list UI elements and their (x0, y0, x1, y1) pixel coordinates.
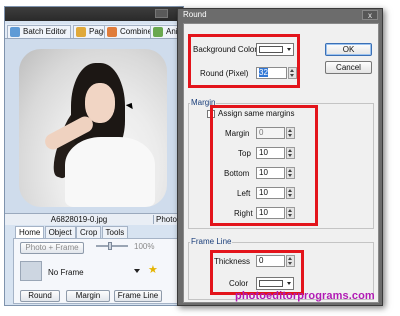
app-title-bar (5, 7, 183, 21)
ok-button[interactable]: OK (325, 43, 372, 56)
photo-panel-label: Photo (153, 215, 177, 224)
favorite-star-icon[interactable]: ★ (148, 263, 158, 276)
round-dialog: Round x Background Color Round (Pixel) 3… (177, 8, 383, 306)
combine-icon (107, 27, 117, 37)
tab-tools[interactable]: Tools (101, 226, 129, 238)
tab-object[interactable]: Object (44, 226, 76, 238)
watermark: photoeditorprograms.com (235, 290, 375, 302)
highlight-box-margin-settings (210, 105, 318, 226)
photo-frame-button[interactable]: Photo + Frame (20, 242, 84, 254)
dialog-title: Round (183, 10, 207, 19)
round-button[interactable]: Round (20, 290, 60, 302)
slider-handle[interactable] (108, 242, 112, 250)
close-icon: x (368, 11, 372, 20)
frame-thumbnail[interactable] (20, 261, 42, 281)
tab-home[interactable]: Home (15, 226, 45, 238)
chevron-down-icon[interactable] (134, 269, 140, 273)
close-button[interactable]: x (362, 10, 378, 20)
frame-select-value: No Frame (48, 268, 84, 277)
zoom-slider[interactable] (96, 242, 128, 250)
rounded-photo-preview (19, 49, 167, 207)
frame-line-group-title: Frame Line (190, 237, 233, 246)
animation-icon (153, 27, 163, 37)
cancel-button[interactable]: Cancel (325, 61, 372, 74)
tab-label: Combine (120, 27, 153, 36)
dialog-body: Background Color Round (Pixel) 32 OK Can… (183, 23, 379, 303)
file-info-bar: A6828019-0.jpg Photo (5, 213, 183, 225)
frame-line-button[interactable]: Frame Line (114, 290, 162, 302)
minimize-button[interactable] (155, 9, 168, 18)
margin-button[interactable]: Margin (66, 290, 110, 302)
panel-tabs: Home Object Crop Tools (15, 226, 129, 238)
tab-batch-editor[interactable]: Batch Editor (7, 25, 71, 38)
batch-editor-icon (10, 27, 20, 37)
highlight-box-frame-line-settings (210, 250, 304, 295)
home-panel: Photo + Frame 100% No Frame ★ Round Marg… (13, 238, 183, 304)
tab-label: Batch Editor (23, 27, 67, 36)
page-icon (76, 27, 86, 37)
zoom-value: 100% (134, 242, 155, 251)
file-name: A6828019-0.jpg (50, 215, 108, 224)
tab-combine[interactable]: Combine (104, 25, 157, 38)
tab-crop[interactable]: Crop (75, 226, 102, 238)
module-tab-bar: Batch Editor Page Combine Anima (5, 24, 183, 39)
highlight-box-round-settings (188, 34, 300, 88)
photo-canvas[interactable] (5, 39, 183, 213)
main-window: Batch Editor Page Combine Anima A6828019… (4, 6, 184, 306)
